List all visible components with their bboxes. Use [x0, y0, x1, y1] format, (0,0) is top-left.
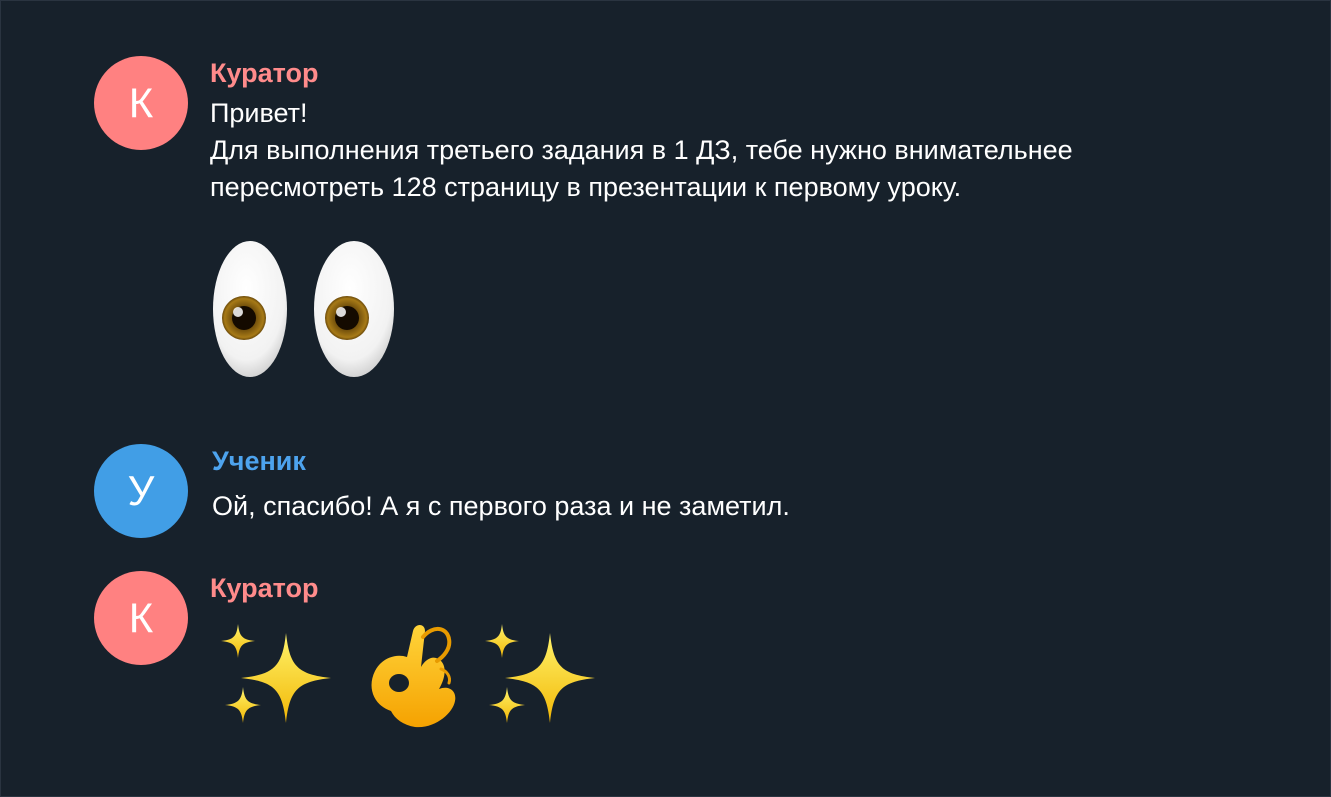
- avatar[interactable]: К: [94, 571, 188, 665]
- emoji-reaction: [221, 624, 595, 728]
- sender-name[interactable]: Куратор: [210, 56, 1310, 90]
- sparkles-icon: [485, 624, 595, 723]
- message-body: Ученик Ой, спасибо! А я с первого раза и…: [212, 444, 1312, 525]
- sender-name[interactable]: Куратор: [210, 571, 1310, 605]
- eyes-emoji-icon: [213, 241, 394, 377]
- avatar-letter: К: [128, 594, 154, 641]
- sparkles-icon: [221, 624, 331, 723]
- message-text-line: Привет!: [210, 98, 308, 128]
- avatar[interactable]: У: [94, 444, 188, 538]
- avatar-letter: К: [128, 79, 154, 126]
- avatar-letter: У: [127, 467, 155, 514]
- ok-hand-icon: [371, 625, 456, 728]
- message-text-line: пересмотреть 128 страницу в презентации …: [210, 172, 962, 202]
- message-body: Куратор: [210, 571, 1310, 728]
- chat-window: К Куратор Привет! Для выполнения третьег…: [0, 0, 1331, 797]
- message-body: Куратор Привет! Для выполнения третьего …: [210, 56, 1310, 377]
- message-text-line: Для выполнения третьего задания в 1 ДЗ, …: [210, 135, 1073, 165]
- message-text-line: Ой, спасибо! А я с первого раза и не зам…: [212, 491, 790, 521]
- sender-name[interactable]: Ученик: [212, 444, 1312, 478]
- avatar[interactable]: К: [94, 56, 188, 150]
